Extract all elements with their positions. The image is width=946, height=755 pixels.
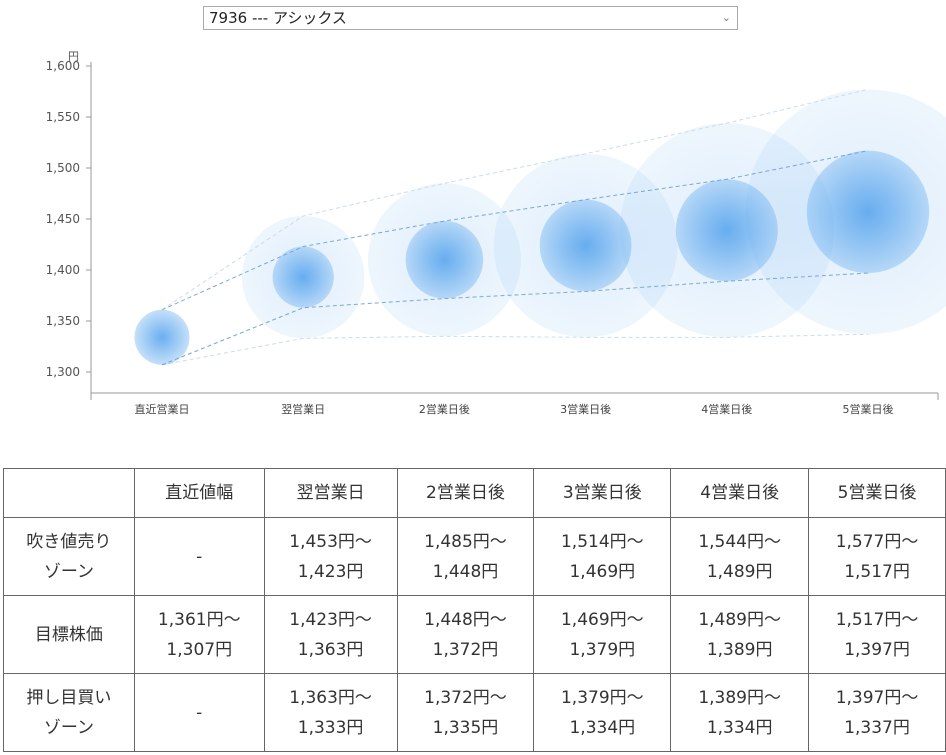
cell-line: 1,485円～ bbox=[424, 531, 507, 552]
column-header: 4営業日後 bbox=[670, 468, 810, 518]
table-cell: 1,423円～ 1,363円 bbox=[263, 595, 398, 674]
row-label-line: 押し目買い bbox=[26, 687, 112, 708]
cell-line: 1,453円～ bbox=[289, 531, 372, 552]
cell-line: - bbox=[196, 702, 203, 723]
cell-line: 1,448円～ bbox=[424, 609, 507, 630]
forecast-table: 直近値幅 翌営業日 2営業日後 3営業日後 4営業日後 5営業日後 吹き値売りゾーン - 1,… bbox=[3, 468, 946, 752]
cell-line: 1,337円 bbox=[844, 717, 910, 738]
cell-line: 1,544円～ bbox=[698, 531, 781, 552]
chevron-down-icon: ⌄ bbox=[721, 11, 731, 24]
column-header: 3営業日後 bbox=[533, 468, 672, 518]
cell-line: 1,335円 bbox=[432, 717, 499, 738]
cell-line: 1,423円～ bbox=[289, 609, 372, 630]
column-header: 翌営業日 bbox=[263, 468, 398, 518]
cell-line: 1,397円 bbox=[844, 639, 910, 660]
cell-line: 1,379円 bbox=[569, 639, 636, 660]
buy-zone-lower-line bbox=[161, 333, 869, 366]
cell-line: 1,372円～ bbox=[424, 687, 507, 708]
table-cell: 1,577円～ 1,517円 bbox=[808, 517, 946, 596]
row-label: 目標株価 bbox=[3, 595, 135, 674]
table-cell: 1,372円～ 1,335円 bbox=[396, 673, 535, 752]
target-bubble bbox=[272, 246, 334, 308]
table-row: 吹き値売りゾーン - 1,453円～ 1,423円 1,485円～ 1,448円 1,514… bbox=[3, 517, 946, 596]
x-tick-label: 5営業日後 bbox=[843, 402, 894, 416]
y-tick-label: 1,450 bbox=[46, 212, 80, 226]
column-header: 2営業日後 bbox=[396, 468, 535, 518]
row-label-line: ゾーン bbox=[43, 717, 94, 738]
row-label: 吹き値売り ゾーン bbox=[3, 517, 135, 596]
cell-line: 1,363円～ bbox=[289, 687, 372, 708]
target-bubble bbox=[539, 199, 632, 292]
table-cell: 1,379円～ 1,334円 bbox=[533, 673, 672, 752]
table-cell: - bbox=[133, 517, 265, 596]
stock-select-value: 7936 --- アシックス bbox=[209, 9, 347, 27]
y-tick-label: 1,600 bbox=[46, 59, 80, 73]
y-tick-label: 1,550 bbox=[46, 110, 80, 124]
cell-line: 1,577円～ bbox=[835, 531, 919, 552]
x-tick-label: 翌営業日 bbox=[281, 402, 325, 416]
cell-line: 1,389円 bbox=[706, 639, 773, 660]
target-bubble bbox=[806, 150, 930, 274]
cell-line: 1,334円 bbox=[569, 717, 636, 738]
cell-line: 1,517円 bbox=[844, 561, 910, 582]
column-header bbox=[3, 468, 135, 518]
row-label-line: 目標株価 bbox=[34, 624, 103, 645]
cell-line: 1,469円 bbox=[569, 561, 636, 582]
y-tick-label: 1,350 bbox=[46, 314, 80, 328]
row-label: 押し目買い ゾーン bbox=[3, 673, 135, 752]
forecast-bubble-chart: 円1,3001,3501,4001,4501,5001,5501,600直近営業… bbox=[46, 50, 946, 416]
table-cell: 1,514円～ 1,469円 bbox=[533, 517, 672, 596]
cell-line: 1,361円～ bbox=[157, 609, 241, 630]
table-cell: 1,485円～ 1,448円 bbox=[396, 517, 535, 596]
x-tick-label: 直近営業日 bbox=[135, 402, 190, 416]
cell-line: 1,307円 bbox=[166, 639, 233, 660]
cell-line: 1,469円～ bbox=[560, 609, 644, 630]
stock-select[interactable]: 7936 --- アシックス ⌄ bbox=[203, 6, 738, 30]
table-cell: 1,361円～ 1,307円 bbox=[133, 595, 265, 674]
table-cell: 1,517円～ 1,397円 bbox=[808, 595, 946, 674]
table-cell: 1,363円～ 1,333円 bbox=[263, 673, 398, 752]
table-row: 押し目買いゾーン - 1,363円～ 1,333円 1,372円～ 1,335円 1,379… bbox=[3, 673, 946, 752]
cell-line: 1,363円 bbox=[297, 639, 364, 660]
table-cell: 1,448円～ 1,372円 bbox=[396, 595, 535, 674]
table-cell: 1,469円～ 1,379円 bbox=[533, 595, 672, 674]
cell-line: 1,372円 bbox=[432, 639, 499, 660]
x-tick-label: 2営業日後 bbox=[419, 402, 470, 416]
cell-line: 1,489円～ bbox=[698, 609, 781, 630]
table-cell: 1,544円～ 1,489円 bbox=[670, 517, 810, 596]
cell-line: 1,489円 bbox=[706, 561, 773, 582]
column-header: 5営業日後 bbox=[808, 468, 946, 518]
cell-line: 1,397円～ bbox=[835, 687, 919, 708]
cell-line: 1,448円 bbox=[432, 561, 499, 582]
cell-line: - bbox=[196, 546, 203, 567]
x-tick-label: 4営業日後 bbox=[701, 402, 752, 416]
cell-line: 1,379円～ bbox=[560, 687, 644, 708]
target-bubble bbox=[405, 221, 484, 299]
table-cell: 1,489円～ 1,389円 bbox=[670, 595, 810, 674]
cell-line: 1,333円 bbox=[297, 717, 364, 738]
cell-line: 1,514円～ bbox=[560, 531, 644, 552]
table-row: 目標株価 1,361円～ 1,307円 1,423円～ 1,363円 1,448円～ 1,3… bbox=[3, 595, 946, 674]
target-bubble bbox=[134, 309, 190, 365]
x-tick-label: 3営業日後 bbox=[560, 402, 611, 416]
column-header: 直近値幅 bbox=[133, 468, 265, 518]
cell-line: 1,334円 bbox=[706, 717, 773, 738]
y-tick-label: 1,500 bbox=[46, 161, 80, 175]
cell-line: 1,389円～ bbox=[698, 687, 781, 708]
target-bubble bbox=[675, 179, 778, 282]
y-tick-label: 1,300 bbox=[46, 365, 80, 379]
table-cell: 1,453円～ 1,423円 bbox=[263, 517, 398, 596]
row-label-line: ゾーン bbox=[43, 561, 94, 582]
table-cell: - bbox=[133, 673, 265, 752]
y-tick-label: 1,400 bbox=[46, 263, 80, 277]
table-cell: 1,389円～ 1,334円 bbox=[670, 673, 810, 752]
table-cell: 1,397円～ 1,337円 bbox=[808, 673, 946, 752]
cell-line: 1,423円 bbox=[297, 561, 364, 582]
row-label-line: 吹き値売り bbox=[26, 531, 112, 552]
cell-line: 1,517円～ bbox=[835, 609, 919, 630]
